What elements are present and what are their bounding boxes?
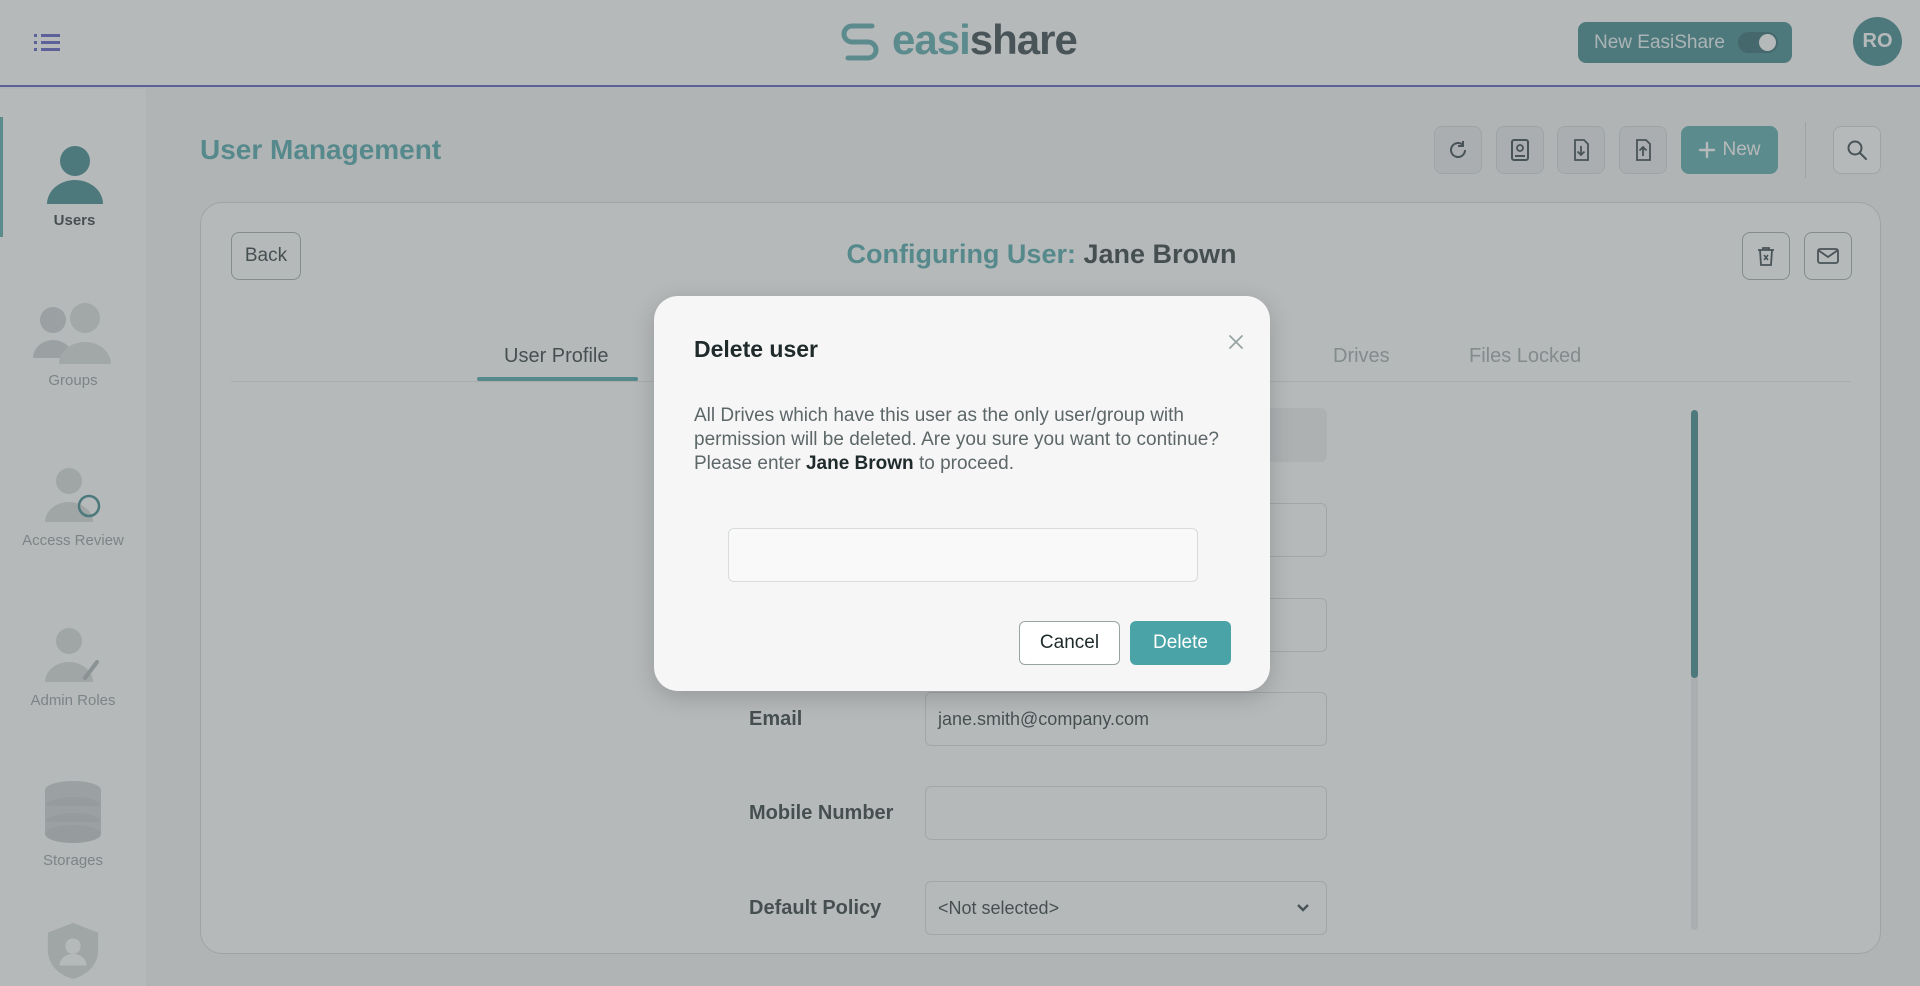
delete-user-dialog: Delete user All Drives which have this u… [654,296,1270,691]
prompt-prefix: Please enter [694,453,801,474]
delete-button[interactable]: Delete [1130,621,1231,665]
dialog-warning-text: All Drives which have this user as the o… [694,405,1219,450]
close-icon[interactable] [1222,328,1250,356]
prompt-suffix: to proceed. [918,453,1015,474]
prompt-user-name: Jane Brown [805,453,914,474]
confirm-name-input[interactable] [728,528,1198,582]
dialog-title: Delete user [694,336,819,362]
dialog-prompt: Please enter Jane Brown to proceed. [694,452,1234,476]
dialog-message: All Drives which have this user as the o… [694,404,1234,476]
cancel-button[interactable]: Cancel [1019,621,1120,665]
